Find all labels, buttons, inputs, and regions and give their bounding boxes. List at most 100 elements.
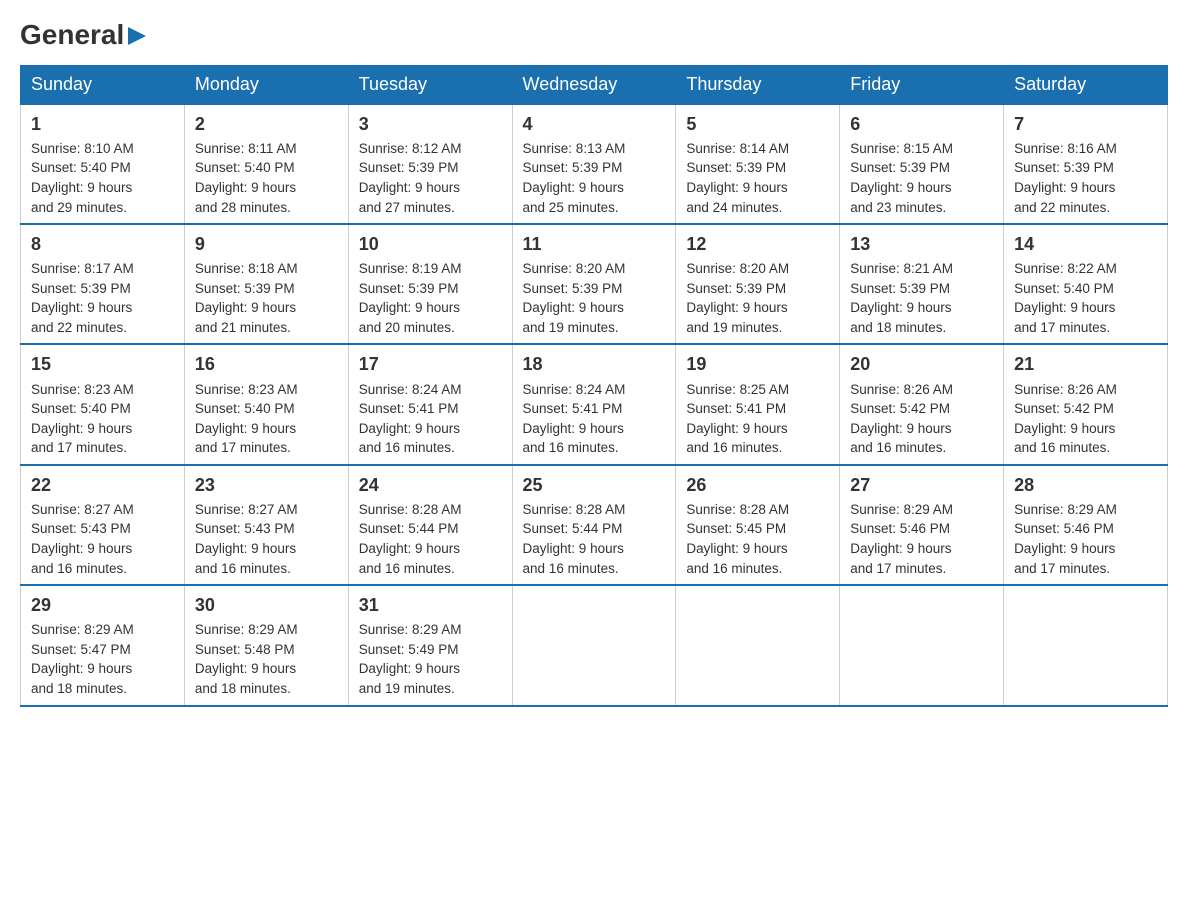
calendar-day-1: 1 Sunrise: 8:10 AMSunset: 5:40 PMDaylight… <box>21 104 185 224</box>
day-info: Sunrise: 8:11 AMSunset: 5:40 PMDaylight:… <box>195 141 297 215</box>
day-number: 12 <box>686 231 829 257</box>
day-number: 6 <box>850 111 993 137</box>
day-info: Sunrise: 8:10 AMSunset: 5:40 PMDaylight:… <box>31 141 134 215</box>
calendar-day-24: 24 Sunrise: 8:28 AMSunset: 5:44 PMDayligh… <box>348 465 512 585</box>
weekday-header-saturday: Saturday <box>1004 65 1168 104</box>
calendar-day-17: 17 Sunrise: 8:24 AMSunset: 5:41 PMDayligh… <box>348 344 512 464</box>
day-info: Sunrise: 8:13 AMSunset: 5:39 PMDaylight:… <box>523 141 626 215</box>
day-number: 22 <box>31 472 174 498</box>
weekday-header-tuesday: Tuesday <box>348 65 512 104</box>
calendar-week-1: 1 Sunrise: 8:10 AMSunset: 5:40 PMDaylight… <box>21 104 1168 224</box>
day-info: Sunrise: 8:12 AMSunset: 5:39 PMDaylight:… <box>359 141 462 215</box>
calendar-week-4: 22 Sunrise: 8:27 AMSunset: 5:43 PMDayligh… <box>21 465 1168 585</box>
day-number: 3 <box>359 111 502 137</box>
calendar-day-13: 13 Sunrise: 8:21 AMSunset: 5:39 PMDayligh… <box>840 224 1004 344</box>
day-info: Sunrise: 8:29 AMSunset: 5:49 PMDaylight:… <box>359 622 462 696</box>
day-info: Sunrise: 8:28 AMSunset: 5:44 PMDaylight:… <box>523 502 626 576</box>
day-info: Sunrise: 8:27 AMSunset: 5:43 PMDaylight:… <box>195 502 298 576</box>
calendar-day-2: 2 Sunrise: 8:11 AMSunset: 5:40 PMDaylight… <box>184 104 348 224</box>
day-info: Sunrise: 8:17 AMSunset: 5:39 PMDaylight:… <box>31 261 134 335</box>
weekday-header-sunday: Sunday <box>21 65 185 104</box>
calendar-day-5: 5 Sunrise: 8:14 AMSunset: 5:39 PMDaylight… <box>676 104 840 224</box>
calendar-day-11: 11 Sunrise: 8:20 AMSunset: 5:39 PMDayligh… <box>512 224 676 344</box>
weekday-header-thursday: Thursday <box>676 65 840 104</box>
day-number: 18 <box>523 351 666 377</box>
day-info: Sunrise: 8:22 AMSunset: 5:40 PMDaylight:… <box>1014 261 1117 335</box>
page-header: General <box>20 20 1168 47</box>
day-number: 4 <box>523 111 666 137</box>
calendar-day-14: 14 Sunrise: 8:22 AMSunset: 5:40 PMDayligh… <box>1004 224 1168 344</box>
calendar-day-19: 19 Sunrise: 8:25 AMSunset: 5:41 PMDayligh… <box>676 344 840 464</box>
calendar-day-9: 9Sunrise: 8:18 AMSunset: 5:39 PMDaylight… <box>184 224 348 344</box>
day-number: 24 <box>359 472 502 498</box>
calendar-day-4: 4 Sunrise: 8:13 AMSunset: 5:39 PMDaylight… <box>512 104 676 224</box>
logo: General <box>20 20 148 47</box>
calendar-day-7: 7Sunrise: 8:16 AMSunset: 5:39 PMDaylight… <box>1004 104 1168 224</box>
day-info: Sunrise: 8:20 AMSunset: 5:39 PMDaylight:… <box>686 261 789 335</box>
day-number: 21 <box>1014 351 1157 377</box>
day-number: 13 <box>850 231 993 257</box>
day-number: 26 <box>686 472 829 498</box>
calendar-empty-cell <box>1004 585 1168 705</box>
day-info: Sunrise: 8:28 AMSunset: 5:44 PMDaylight:… <box>359 502 462 576</box>
day-number: 31 <box>359 592 502 618</box>
day-number: 7 <box>1014 111 1157 137</box>
day-info: Sunrise: 8:14 AMSunset: 5:39 PMDaylight:… <box>686 141 789 215</box>
day-number: 15 <box>31 351 174 377</box>
day-info: Sunrise: 8:18 AMSunset: 5:39 PMDaylight:… <box>195 261 298 335</box>
weekday-header-monday: Monday <box>184 65 348 104</box>
day-number: 29 <box>31 592 174 618</box>
day-number: 8 <box>31 231 174 257</box>
calendar-week-2: 8 Sunrise: 8:17 AMSunset: 5:39 PMDaylight… <box>21 224 1168 344</box>
day-number: 23 <box>195 472 338 498</box>
day-info: Sunrise: 8:21 AMSunset: 5:39 PMDaylight:… <box>850 261 953 335</box>
calendar-empty-cell <box>676 585 840 705</box>
calendar-day-22: 22 Sunrise: 8:27 AMSunset: 5:43 PMDayligh… <box>21 465 185 585</box>
day-number: 20 <box>850 351 993 377</box>
day-number: 11 <box>523 231 666 257</box>
weekday-header-friday: Friday <box>840 65 1004 104</box>
logo-arrow-icon <box>126 25 148 47</box>
day-info: Sunrise: 8:25 AMSunset: 5:41 PMDaylight:… <box>686 382 789 456</box>
day-info: Sunrise: 8:29 AMSunset: 5:47 PMDaylight:… <box>31 622 134 696</box>
day-info: Sunrise: 8:19 AMSunset: 5:39 PMDaylight:… <box>359 261 462 335</box>
calendar-day-15: 15 Sunrise: 8:23 AMSunset: 5:40 PMDayligh… <box>21 344 185 464</box>
day-info: Sunrise: 8:29 AMSunset: 5:46 PMDaylight:… <box>1014 502 1117 576</box>
calendar-day-21: 21 Sunrise: 8:26 AMSunset: 5:42 PMDayligh… <box>1004 344 1168 464</box>
day-number: 5 <box>686 111 829 137</box>
calendar-table: SundayMondayTuesdayWednesdayThursdayFrid… <box>20 65 1168 707</box>
day-number: 19 <box>686 351 829 377</box>
day-number: 30 <box>195 592 338 618</box>
day-number: 1 <box>31 111 174 137</box>
calendar-empty-cell <box>512 585 676 705</box>
day-info: Sunrise: 8:29 AMSunset: 5:48 PMDaylight:… <box>195 622 298 696</box>
day-info: Sunrise: 8:23 AMSunset: 5:40 PMDaylight:… <box>31 382 134 456</box>
calendar-day-23: 23 Sunrise: 8:27 AMSunset: 5:43 PMDayligh… <box>184 465 348 585</box>
calendar-day-29: 29 Sunrise: 8:29 AMSunset: 5:47 PMDayligh… <box>21 585 185 705</box>
weekday-header-wednesday: Wednesday <box>512 65 676 104</box>
day-number: 10 <box>359 231 502 257</box>
calendar-day-6: 6 Sunrise: 8:15 AMSunset: 5:39 PMDaylight… <box>840 104 1004 224</box>
calendar-day-27: 27Sunrise: 8:29 AMSunset: 5:46 PMDayligh… <box>840 465 1004 585</box>
day-number: 2 <box>195 111 338 137</box>
day-number: 14 <box>1014 231 1157 257</box>
day-info: Sunrise: 8:20 AMSunset: 5:39 PMDaylight:… <box>523 261 626 335</box>
calendar-day-18: 18Sunrise: 8:24 AMSunset: 5:41 PMDayligh… <box>512 344 676 464</box>
day-info: Sunrise: 8:28 AMSunset: 5:45 PMDaylight:… <box>686 502 789 576</box>
calendar-empty-cell <box>840 585 1004 705</box>
calendar-day-26: 26 Sunrise: 8:28 AMSunset: 5:45 PMDayligh… <box>676 465 840 585</box>
logo-text-general: General <box>20 20 124 51</box>
calendar-day-10: 10 Sunrise: 8:19 AMSunset: 5:39 PMDayligh… <box>348 224 512 344</box>
day-info: Sunrise: 8:23 AMSunset: 5:40 PMDaylight:… <box>195 382 298 456</box>
calendar-day-20: 20Sunrise: 8:26 AMSunset: 5:42 PMDayligh… <box>840 344 1004 464</box>
day-info: Sunrise: 8:15 AMSunset: 5:39 PMDaylight:… <box>850 141 953 215</box>
day-info: Sunrise: 8:27 AMSunset: 5:43 PMDaylight:… <box>31 502 134 576</box>
calendar-week-5: 29 Sunrise: 8:29 AMSunset: 5:47 PMDayligh… <box>21 585 1168 705</box>
day-info: Sunrise: 8:26 AMSunset: 5:42 PMDaylight:… <box>1014 382 1117 456</box>
day-number: 25 <box>523 472 666 498</box>
calendar-day-3: 3 Sunrise: 8:12 AMSunset: 5:39 PMDaylight… <box>348 104 512 224</box>
day-info: Sunrise: 8:24 AMSunset: 5:41 PMDaylight:… <box>359 382 462 456</box>
calendar-day-28: 28Sunrise: 8:29 AMSunset: 5:46 PMDayligh… <box>1004 465 1168 585</box>
day-number: 16 <box>195 351 338 377</box>
day-number: 17 <box>359 351 502 377</box>
